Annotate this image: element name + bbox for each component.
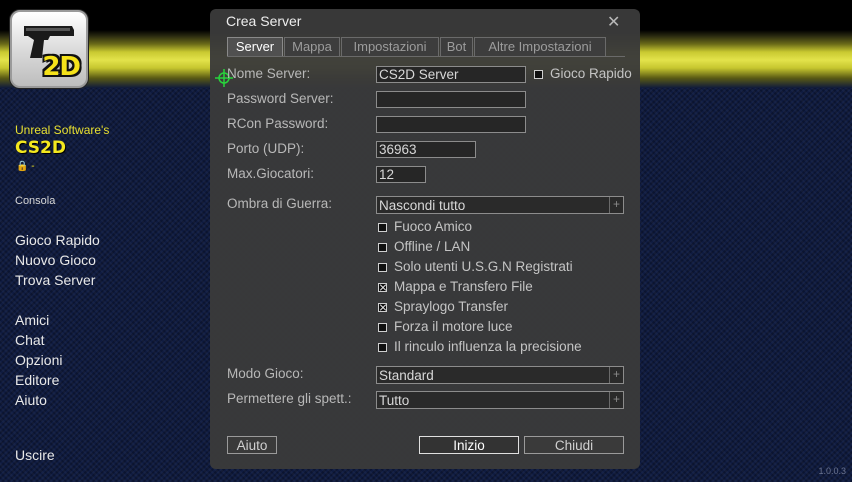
option-checkbox-checked[interactable] — [378, 303, 387, 312]
fog-of-war-label: Ombra di Guerra: — [227, 196, 333, 211]
option-checkbox[interactable] — [378, 323, 387, 332]
dropdown-plus-icon[interactable]: + — [609, 367, 623, 383]
option-checkbox-checked[interactable] — [378, 283, 387, 292]
tab-divider — [227, 56, 625, 57]
option-label: Offline / LAN — [394, 239, 471, 254]
brand-name: CS2D — [15, 138, 66, 158]
game-mode-label: Modo Gioco: — [227, 366, 304, 381]
quick-game-box[interactable] — [534, 70, 543, 79]
password-label: Password Server: — [227, 91, 334, 106]
version-label: 1.0.0.3 — [818, 466, 846, 476]
password-input[interactable] — [376, 91, 526, 108]
menu-quick-game[interactable]: Gioco Rapido — [15, 232, 100, 248]
option-checkbox[interactable] — [378, 223, 387, 232]
menu-help[interactable]: Aiuto — [15, 392, 47, 408]
game-mode-select[interactable]: Standard + — [376, 366, 624, 384]
option-label: Fuoco Amico — [394, 219, 473, 234]
brand-line: Unreal Software's — [15, 123, 110, 137]
help-button[interactable]: Aiuto — [227, 436, 277, 454]
server-name-input[interactable] — [376, 66, 526, 83]
option-checkbox[interactable] — [378, 343, 387, 352]
menu-editor[interactable]: Editore — [15, 372, 59, 388]
quick-game-label: Gioco Rapido — [550, 66, 632, 81]
start-button[interactable]: Inizio — [419, 436, 519, 454]
option-checkbox[interactable] — [378, 263, 387, 272]
tab-map[interactable]: Mappa — [284, 37, 340, 57]
menu-chat[interactable]: Chat — [15, 332, 45, 348]
menu-options[interactable]: Opzioni — [15, 352, 62, 368]
close-button[interactable]: Chiudi — [524, 436, 624, 454]
rcon-password-input[interactable] — [376, 116, 526, 133]
close-icon[interactable]: ✕ — [607, 12, 620, 32]
option-label: Mappa e Transfero File — [394, 279, 533, 294]
cs2d-logo: 2D — [10, 10, 88, 88]
tab-other-settings[interactable]: Altre Impostazioni — [474, 37, 606, 57]
game-mode-value: Standard — [379, 368, 434, 383]
tab-bot[interactable]: Bot — [440, 37, 473, 57]
rcon-password-label: RCon Password: — [227, 116, 329, 131]
spectate-value: Tutto — [379, 393, 410, 408]
menu-quit[interactable]: Uscire — [15, 447, 55, 463]
tab-settings[interactable]: Impostazioni — [341, 37, 439, 57]
dialog-title: Crea Server — [226, 13, 302, 29]
console-link[interactable]: Consola — [15, 195, 55, 207]
fog-of-war-value: Nascondi tutto — [379, 198, 466, 213]
dropdown-plus-icon[interactable]: + — [609, 392, 623, 408]
max-players-input[interactable] — [376, 166, 426, 183]
spectate-label: Permettere gli spett.: — [227, 391, 352, 406]
lock-status: 🔒 - — [16, 161, 35, 172]
create-server-dialog: Crea Server ✕ Server Mappa Impostazioni … — [210, 9, 640, 469]
menu-find-server[interactable]: Trova Server — [15, 272, 95, 288]
max-players-label: Max.Giocatori: — [227, 166, 315, 181]
option-label: Solo utenti U.S.G.N Registrati — [394, 259, 573, 274]
menu-new-game[interactable]: Nuovo Gioco — [15, 252, 96, 268]
option-label: Spraylogo Transfer — [394, 299, 509, 314]
dropdown-plus-icon[interactable]: + — [609, 197, 623, 213]
option-label: Forza il motore luce — [394, 319, 513, 334]
spectate-select[interactable]: Tutto + — [376, 391, 624, 409]
tab-server[interactable]: Server — [227, 37, 283, 57]
option-checkbox[interactable] — [378, 243, 387, 252]
option-label: Il rinculo influenza la precisione — [394, 339, 582, 354]
menu-friends[interactable]: Amici — [15, 312, 49, 328]
server-name-label: Nome Server: — [227, 66, 311, 81]
fog-of-war-select[interactable]: Nascondi tutto + — [376, 196, 624, 214]
port-label: Porto (UDP): — [227, 141, 305, 156]
logo-text: 2D — [42, 52, 81, 82]
port-input[interactable] — [376, 141, 476, 158]
